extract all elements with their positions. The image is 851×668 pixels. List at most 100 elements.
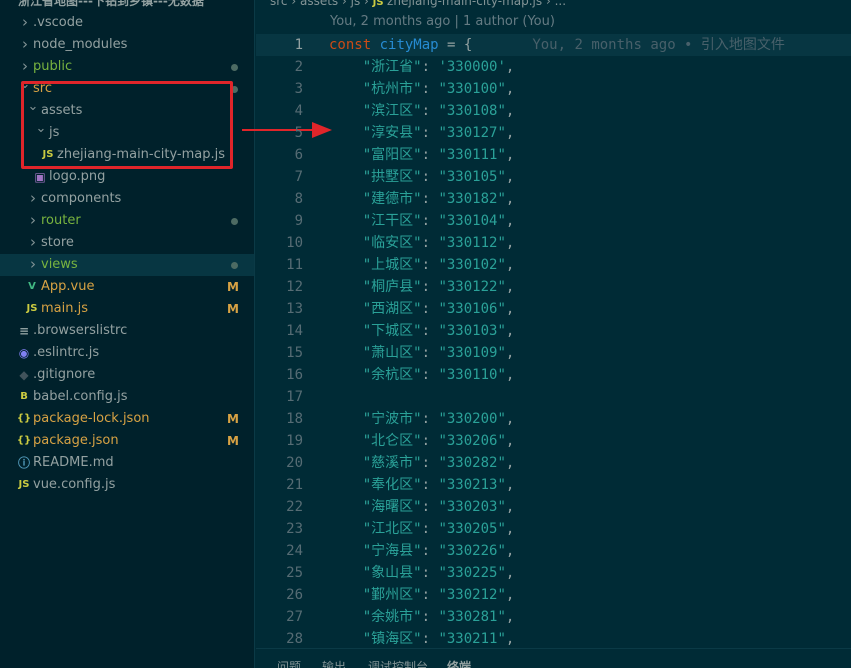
code-line[interactable]: 28 "镇海区": "330211", (256, 628, 851, 648)
code-line[interactable]: 4 "滨江区": "330108", (256, 100, 851, 122)
chevron-right-icon[interactable]: › (26, 232, 40, 254)
code-token: "海曙区" (362, 499, 422, 515)
code-text: const cityMap = {You, 2 months ago • 引入地… (329, 34, 785, 56)
code-token: , (505, 323, 515, 339)
breadcrumb-file[interactable]: zhejiang-main-city-map.js (387, 0, 542, 8)
code-text: "桐庐县": "330122", (329, 276, 515, 298)
code-text: "杭州市": "330100", (329, 78, 515, 100)
tree-item-views[interactable]: › views (0, 254, 254, 276)
tree-item-vue-config-js[interactable]: JS vue.config.js (0, 474, 254, 496)
codelens-author-info[interactable]: You, 2 months ago | 1 author (You) (330, 14, 555, 29)
panel-tab[interactable]: 调试控制台 (368, 658, 428, 668)
code-line[interactable]: 16 "余杭区": "330110", (256, 364, 851, 386)
breadcrumb-item[interactable]: assets (300, 0, 338, 8)
chevron-right-icon[interactable]: › (26, 210, 40, 232)
line-number: 16 (286, 367, 303, 383)
code-token: "330112" (438, 235, 506, 251)
code-line[interactable]: 12 "桐庐县": "330122", (256, 276, 851, 298)
chevron-right-icon[interactable]: › (18, 34, 32, 56)
tree-item-babel-config-js[interactable]: Bbabel.config.js (0, 386, 254, 408)
chevron-right-icon[interactable]: › (26, 254, 40, 276)
tree-item-package-lock-json[interactable]: {} package-lock.json M (0, 408, 254, 430)
panel-tab[interactable]: 终端 (447, 658, 471, 668)
code-line[interactable]: 3 "杭州市": "330100", (256, 78, 851, 100)
tree-item-vscode[interactable]: › .vscode (0, 12, 254, 34)
code-token: , (505, 345, 515, 361)
code-line[interactable]: 6 "富阳区": "330111", (256, 144, 851, 166)
breadcrumb[interactable]: src › assets › js › JS zhejiang-main-cit… (270, 0, 566, 9)
line-number: 19 (286, 433, 303, 449)
code-token: "慈溪市" (362, 455, 422, 471)
tree-item-router[interactable]: › router (0, 210, 254, 232)
tree-item-store[interactable]: › store (0, 232, 254, 254)
code-line[interactable]: 11 "上城区": "330102", (256, 254, 851, 276)
code-text: "鄞州区": "330212", (329, 584, 515, 606)
tree-item-app-vue[interactable]: V App.vue M (0, 276, 254, 298)
tree-item-gitignore[interactable]: ◆ .gitignore (0, 364, 254, 386)
code-text: "淳安县": "330127", (329, 122, 515, 144)
panel-tab[interactable]: 输出 (322, 658, 346, 668)
tree-item-readme-md[interactable]: ⓘ README.md (0, 452, 254, 474)
lines-icon: ≡ (18, 324, 30, 338)
code-line[interactable]: 9 "江干区": "330104", (256, 210, 851, 232)
code-line[interactable]: 27 "余姚市": "330281", (256, 606, 851, 628)
breadcrumb-item[interactable]: src (270, 0, 288, 8)
line-number: 6 (294, 147, 303, 163)
code-line[interactable]: 13 "西湖区": "330106", (256, 298, 851, 320)
json-icon: {} (16, 413, 32, 424)
tree-item-package-json[interactable]: {} package.json M (0, 430, 254, 452)
code-line[interactable]: 8 "建德市": "330182", (256, 188, 851, 210)
line-number: 12 (286, 279, 303, 295)
code-line[interactable]: 24 "宁海县": "330226", (256, 540, 851, 562)
code-line[interactable]: 15 "萧山区": "330109", (256, 342, 851, 364)
chevron-right-icon[interactable]: › (18, 12, 32, 34)
breadcrumb-item[interactable]: js (351, 0, 361, 8)
chevron-right-icon: › (542, 0, 555, 8)
line-number: 26 (286, 587, 303, 603)
code-line[interactable]: 23 "江北区": "330205", (256, 518, 851, 540)
chevron-right-icon[interactable]: › (18, 56, 32, 78)
code-line[interactable]: 14 "下城区": "330103", (256, 320, 851, 342)
code-line[interactable]: 7 "拱墅区": "330105", (256, 166, 851, 188)
tree-item-label: README.md (33, 455, 114, 470)
code-token: "富阳区" (362, 147, 422, 163)
panel-tab[interactable]: 问题 (277, 658, 301, 668)
tree-item-browserslistrc[interactable]: ≡ .browserslistrc (0, 320, 254, 342)
code-line[interactable]: 2 "浙江省": '330000', (256, 56, 851, 78)
chevron-right-icon: › (360, 0, 373, 8)
code-line[interactable]: 5 "淳安县": "330127", (256, 122, 851, 144)
js-icon: JS (26, 303, 38, 314)
code-line[interactable]: 21 "奉化区": "330213", (256, 474, 851, 496)
code-token: , (505, 367, 515, 383)
code-line[interactable]: 18 "宁波市": "330200", (256, 408, 851, 430)
tree-item-main-js[interactable]: JS main.js M (0, 298, 254, 320)
breadcrumb-symbol[interactable]: ... (555, 0, 566, 8)
line-number: 15 (286, 345, 303, 361)
code-token: , (505, 59, 515, 75)
code-line[interactable]: 19 "北仑区": "330206", (256, 430, 851, 452)
code-line[interactable]: 10 "临安区": "330112", (256, 232, 851, 254)
code-line[interactable]: 26 "鄞州区": "330212", (256, 584, 851, 606)
chevron-right-icon[interactable]: › (26, 188, 40, 210)
tree-item-logo-png[interactable]: ▣ logo.png (0, 166, 254, 188)
tree-item-eslintrc-js[interactable]: ◉ .eslintrc.js (0, 342, 254, 364)
tree-item-components[interactable]: › components (0, 188, 254, 210)
code-token: : (421, 235, 439, 251)
code-line[interactable]: 17 (256, 386, 851, 408)
code-token: "330211" (438, 631, 506, 647)
tree-item-node-modules[interactable]: › node_modules (0, 34, 254, 56)
code-line[interactable]: 22 "海曙区": "330203", (256, 496, 851, 518)
code-editor[interactable]: 1 const cityMap = {You, 2 months ago • 引入… (256, 34, 851, 648)
tree-item-public[interactable]: › public (0, 56, 254, 78)
line-number: 17 (286, 389, 303, 405)
code-text: "江北区": "330205", (329, 518, 515, 540)
code-line[interactable]: 1 const cityMap = {You, 2 months ago • 引入… (256, 34, 851, 56)
code-line[interactable]: 20 "慈溪市": "330282", (256, 452, 851, 474)
code-token: "宁波市" (362, 411, 422, 427)
code-line[interactable]: 25 "象山县": "330225", (256, 562, 851, 584)
